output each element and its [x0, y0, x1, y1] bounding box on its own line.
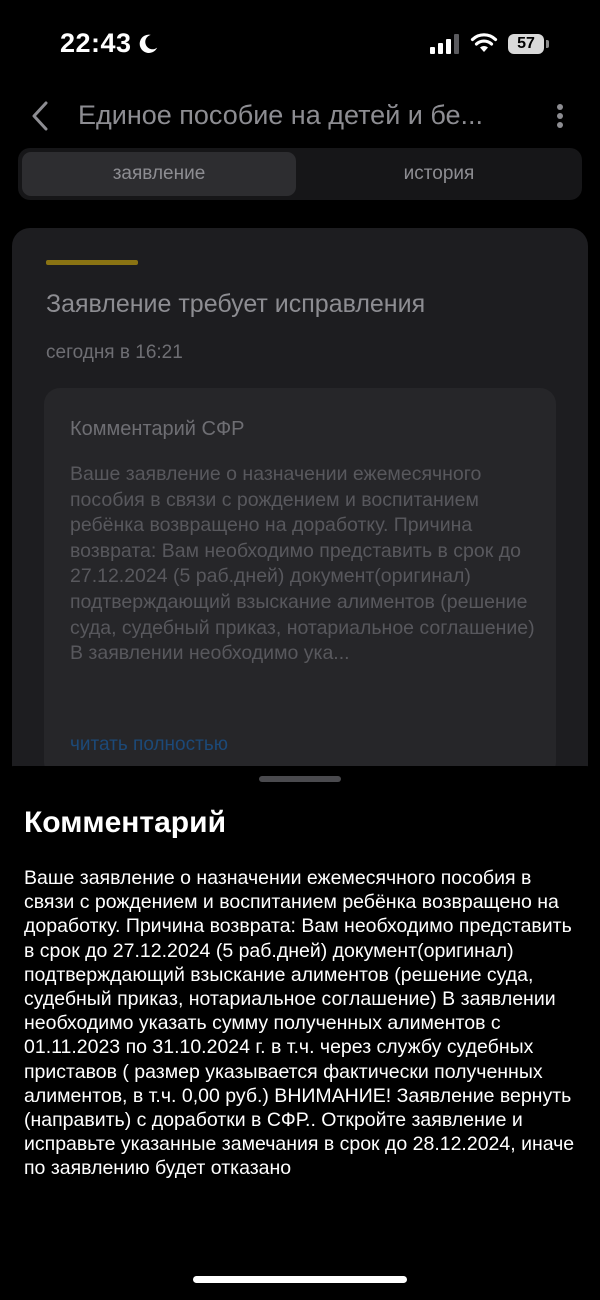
comment-title: Комментарий СФР [70, 418, 245, 440]
moon-icon [139, 34, 158, 53]
home-indicator[interactable] [193, 1276, 407, 1283]
sheet-drag-handle[interactable] [259, 776, 341, 782]
status-bar: 22:43 57 [0, 0, 600, 90]
battery-tip [546, 40, 549, 48]
status-date: сегодня в 16:21 [46, 342, 183, 363]
sheet-title: Комментарий [24, 806, 227, 839]
battery-indicator: 57 [508, 34, 544, 54]
segmented-control: заявление история [18, 148, 582, 200]
status-accent-bar [46, 260, 138, 265]
tab-application[interactable]: заявление [22, 152, 296, 196]
read-more-link[interactable]: читать полностью [70, 734, 228, 756]
chevron-left-icon[interactable] [26, 98, 56, 134]
comment-card: Комментарий СФР Ваше заявление о назначе… [44, 388, 556, 778]
cellular-signal-icon [430, 34, 459, 54]
status-time: 22:43 [60, 28, 132, 58]
status-title: Заявление требует исправления [46, 290, 426, 318]
nav-header: Единое пособие на детей и бе... [0, 92, 600, 140]
comment-bottom-sheet: Комментарий Ваше заявление о назначении … [0, 766, 600, 1300]
tab-history[interactable]: история [300, 152, 578, 196]
comment-preview-text: Ваше заявление о назначении ежемесячного… [70, 463, 535, 665]
wifi-icon [470, 33, 498, 52]
more-vertical-icon[interactable] [550, 98, 570, 134]
application-status-card: Заявление требует исправления сегодня в … [12, 228, 588, 788]
page-title: Единое пособие на детей и бе... [78, 100, 484, 130]
battery-level: 57 [517, 35, 535, 52]
sheet-comment-text: Ваше заявление о назначении ежемесячного… [24, 867, 575, 1180]
